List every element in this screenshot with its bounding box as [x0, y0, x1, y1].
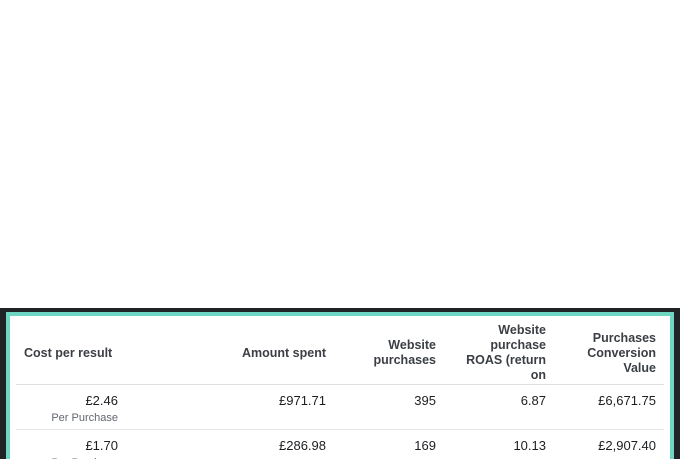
column-header-purchases-conversion-value[interactable]: Purchases Conversion Value	[554, 322, 664, 385]
amount-spent-cell: £286.98	[126, 429, 334, 459]
table-frame: Cost per result Amount spent Website pur…	[0, 308, 680, 459]
purchases-conversion-value-cell: £6,671.75	[554, 384, 664, 430]
result-type-label: Per Purchase	[51, 412, 118, 424]
cost-per-result-cell: £1.70 Per Purchase	[16, 429, 126, 459]
highlight-border: Cost per result Amount spent Website pur…	[6, 312, 674, 459]
screenshot-page: Cost per result Amount spent Website pur…	[0, 0, 680, 459]
website-purchases-cell: 395	[334, 384, 444, 430]
column-header-website-purchases[interactable]: Website purchases	[334, 322, 444, 385]
cost-per-result-value: £2.46	[85, 393, 118, 408]
website-purchase-roas-cell: 6.87	[444, 384, 554, 430]
website-purchases-cell: 169	[334, 429, 444, 459]
table-header-row: Cost per result Amount spent Website pur…	[16, 322, 664, 385]
ads-report-table: Cost per result Amount spent Website pur…	[16, 322, 664, 459]
amount-spent-cell: £971.71	[126, 384, 334, 430]
column-header-cost-per-result[interactable]: Cost per result	[16, 322, 126, 385]
column-header-amount-spent[interactable]: Amount spent	[126, 322, 334, 385]
blank-area	[0, 0, 680, 308]
cost-per-result-value: £1.70	[85, 438, 118, 453]
purchases-conversion-value-cell: £2,907.40	[554, 429, 664, 459]
table-row: £1.70 Per Purchase £286.98 169 10.13 £2,…	[16, 429, 664, 459]
cost-per-result-cell: £2.46 Per Purchase	[16, 384, 126, 430]
table-row: £2.46 Per Purchase £971.71 395 6.87 £6,6…	[16, 384, 664, 430]
column-header-website-purchase-roas[interactable]: Website purchase ROAS (return on	[444, 322, 554, 385]
website-purchase-roas-cell: 10.13	[444, 429, 554, 459]
